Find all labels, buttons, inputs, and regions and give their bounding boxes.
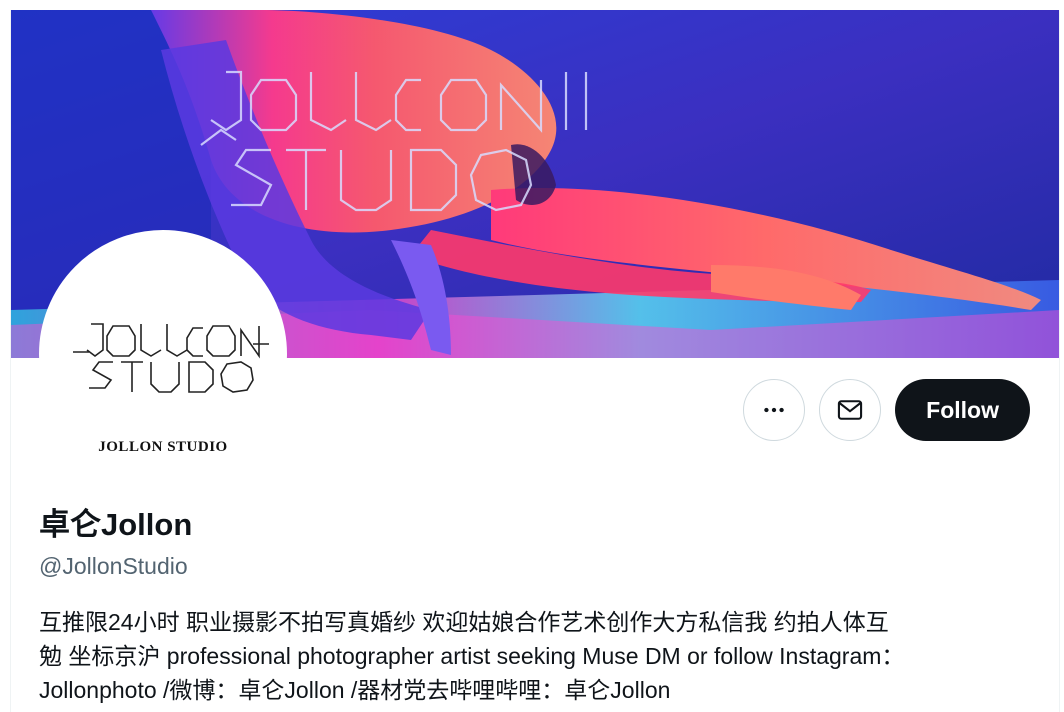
display-name: 卓仑Jollon [39,507,193,542]
user-handle: @JollonStudio [39,553,188,579]
profile-actions: Follow [743,379,1030,441]
more-horizontal-icon [764,407,784,413]
avatar-caption: JOLLON STUDIO [98,439,228,455]
jollon-studio-logo [73,323,269,393]
follow-button[interactable]: Follow [895,379,1030,441]
message-button[interactable] [819,379,882,441]
profile-page: JOLLON STUDIO Follow 卓仑Jollon @JollonStu… [10,10,1060,712]
mail-icon [838,400,863,420]
avatar[interactable]: JOLLON STUDIO [39,230,287,478]
profile-bio: 互推限24小时 职业摄影不拍写真婚纱 欢迎姑娘合作艺术创作大方私信我 约拍人体互… [39,609,905,703]
more-button[interactable] [743,379,806,441]
